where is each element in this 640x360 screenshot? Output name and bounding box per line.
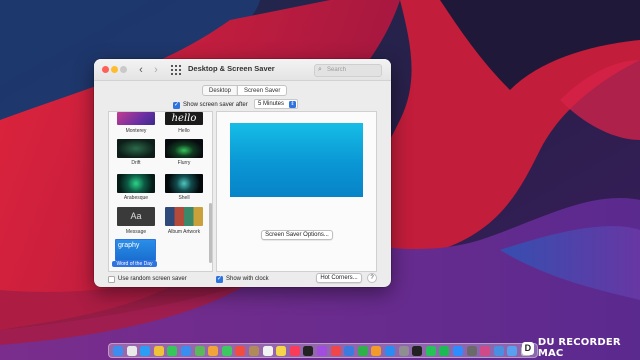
- show-after-label: Show screen saver after: [183, 102, 248, 108]
- photos-icon[interactable]: [208, 346, 219, 356]
- music-icon[interactable]: [289, 346, 300, 356]
- dock: [108, 343, 538, 358]
- messages-icon[interactable]: [167, 346, 178, 356]
- watermark-text: DU RECORDER MAC: [537, 337, 621, 359]
- numbers-icon[interactable]: [357, 346, 368, 356]
- tab-bar: Desktop Screen Saver: [202, 85, 288, 96]
- calendar-icon[interactable]: [235, 346, 246, 356]
- downloads-icon[interactable]: [507, 346, 518, 356]
- random-checkbox[interactable]: ✓: [108, 275, 115, 283]
- recorder-watermark: D DU RECORDER MAC: [522, 337, 640, 359]
- list-item-label: Drift: [131, 160, 141, 166]
- finder-icon[interactable]: [113, 346, 123, 356]
- maps-icon[interactable]: [194, 346, 205, 356]
- hot-corners-button[interactable]: Hot Corners...: [316, 273, 362, 283]
- album-artwork-thumbnail[interactable]: [165, 207, 203, 226]
- list-item-label: Album Artwork: [167, 229, 201, 235]
- flurry-thumbnail[interactable]: [165, 139, 203, 158]
- reminders-icon[interactable]: [262, 346, 273, 356]
- app-icon[interactable]: [466, 346, 477, 356]
- minimize-window-button[interactable]: [111, 66, 118, 73]
- clock-row: ✓ Show with clock: [216, 274, 269, 284]
- mail-icon[interactable]: [181, 346, 191, 356]
- show-after-row: ✓ Show screen saver after: [173, 100, 248, 110]
- monterey-thumbnail[interactable]: [117, 112, 155, 125]
- tab-desktop[interactable]: Desktop: [203, 86, 237, 95]
- screensaver-preview: [230, 123, 363, 197]
- random-label: Use random screen saver: [118, 276, 187, 282]
- terminal-icon[interactable]: [412, 346, 423, 356]
- search-input[interactable]: ⌕ Search: [314, 64, 382, 77]
- appstore-icon[interactable]: [385, 346, 395, 356]
- window-title: Desktop & Screen Saver: [188, 64, 275, 73]
- show-all-grid-icon[interactable]: [171, 65, 181, 75]
- contacts-icon[interactable]: [249, 346, 259, 356]
- launchpad-icon[interactable]: [126, 346, 137, 356]
- list-item-label: Message: [125, 229, 147, 235]
- random-row: ✓ Use random screen saver: [108, 274, 187, 284]
- shell-thumbnail[interactable]: [165, 174, 203, 193]
- safari-icon[interactable]: [140, 346, 151, 356]
- appletv-icon[interactable]: [303, 346, 314, 356]
- screen-saver-options-button[interactable]: Screen Saver Options...: [261, 230, 333, 240]
- show-after-checkbox[interactable]: ✓: [173, 101, 180, 109]
- app-icon[interactable]: [493, 346, 504, 356]
- notes-icon[interactable]: [276, 346, 287, 356]
- hello-thumbnail[interactable]: hello: [165, 112, 203, 125]
- list-item-label: Shell: [178, 195, 190, 201]
- list-item-label: Monterey: [125, 128, 147, 134]
- settings-icon[interactable]: [398, 346, 409, 356]
- chevron-updown-icon: ⇕: [289, 101, 296, 108]
- list-item-label: Flurry: [177, 160, 191, 166]
- title-bar: ‹ › Desktop & Screen Saver ⌕ Search: [94, 59, 391, 81]
- facetime-icon[interactable]: [221, 346, 232, 356]
- list-item-label: Arabesque: [123, 195, 149, 201]
- zoom-icon[interactable]: [453, 346, 463, 356]
- drift-thumbnail[interactable]: [117, 139, 155, 158]
- recorder-logo-icon: D: [522, 341, 534, 355]
- search-placeholder: Search: [327, 67, 347, 73]
- news-icon[interactable]: [330, 346, 341, 356]
- forward-arrow-icon[interactable]: ›: [150, 63, 162, 77]
- podcasts-icon[interactable]: [317, 346, 327, 356]
- close-window-button[interactable]: [102, 66, 109, 73]
- tab-screen-saver[interactable]: Screen Saver: [237, 86, 287, 95]
- chrome-icon[interactable]: [153, 346, 164, 356]
- whatsapp-icon[interactable]: [425, 346, 436, 356]
- screensaver-list[interactable]: Monterey hello Hello Drift Flurry Arabes…: [108, 111, 213, 272]
- arabesque-thumbnail[interactable]: [117, 174, 155, 193]
- help-button[interactable]: ?: [367, 273, 377, 283]
- word-of-the-day-thumbnail[interactable]: graphy: [115, 239, 156, 261]
- selected-item-label: Word of the Day: [112, 261, 157, 267]
- preview-pane: Screen Saver Options...: [216, 111, 377, 272]
- delay-popup[interactable]: 5 Minutes ⇕: [254, 99, 298, 109]
- clock-checkbox[interactable]: ✓: [216, 275, 223, 283]
- keynote-icon[interactable]: [344, 346, 355, 356]
- zoom-window-button[interactable]: [120, 66, 127, 73]
- spotify-icon[interactable]: [439, 346, 450, 356]
- list-item-label: Hello: [178, 128, 190, 134]
- search-icon: ⌕: [318, 66, 322, 73]
- preferences-window: ‹ › Desktop & Screen Saver ⌕ Search Desk…: [94, 59, 391, 287]
- list-scrollbar[interactable]: [209, 203, 212, 263]
- pages-icon[interactable]: [371, 346, 382, 356]
- message-thumbnail[interactable]: Aa: [117, 207, 155, 226]
- clock-label: Show with clock: [226, 276, 269, 282]
- back-arrow-icon[interactable]: ‹: [135, 63, 147, 77]
- delay-value: 5 Minutes: [258, 101, 285, 107]
- app-icon[interactable]: [480, 346, 491, 356]
